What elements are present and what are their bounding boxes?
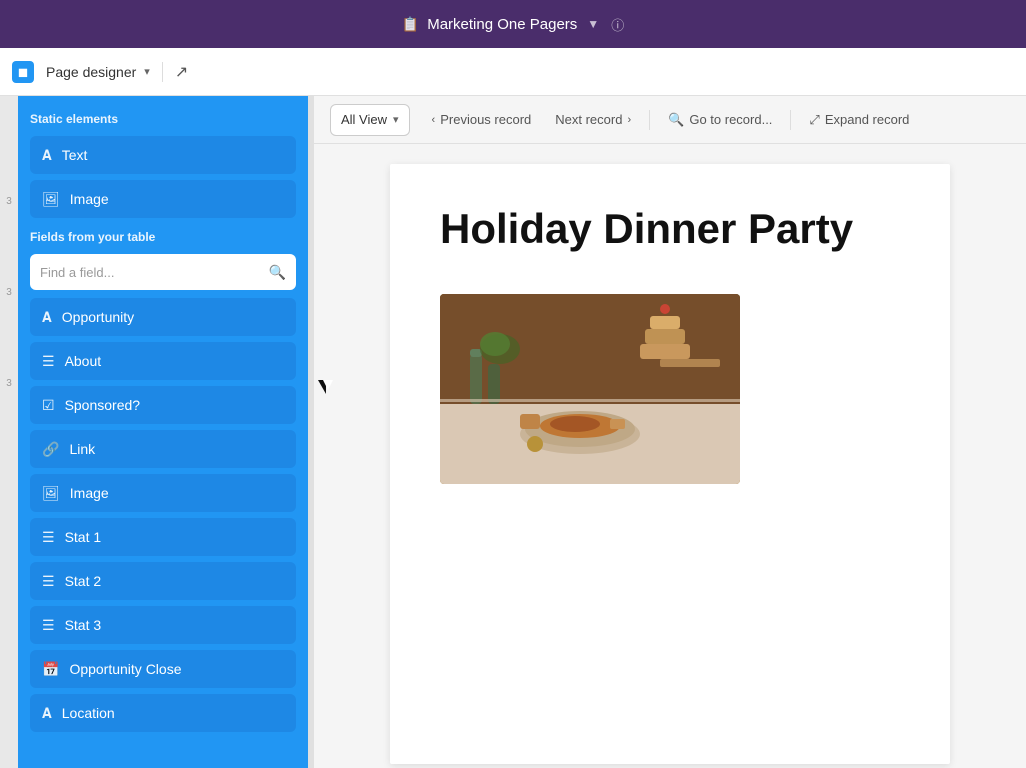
opportunity-icon: 𝐀 bbox=[42, 309, 52, 326]
next-arrow-icon: › bbox=[627, 114, 631, 126]
prev-record-button[interactable]: ‹ Previous record bbox=[422, 104, 542, 136]
sidebar-item-image[interactable]: 🖼 Image bbox=[30, 180, 296, 218]
sidebar-item-location[interactable]: 𝐀 Location bbox=[30, 694, 296, 732]
header-title: Marketing One Pagers bbox=[427, 16, 577, 33]
view-dropdown-arrow: ▾ bbox=[393, 113, 399, 126]
field-search-container[interactable]: 🔍 bbox=[30, 254, 296, 290]
expand-record-label: Expand record bbox=[825, 112, 910, 127]
link-icon: 🔗 bbox=[42, 441, 59, 458]
view-selector-label: All View bbox=[341, 112, 387, 127]
sidebar-item-stat3-label: Stat 3 bbox=[65, 617, 102, 633]
prev-record-label: Previous record bbox=[440, 112, 531, 127]
next-record-label: Next record bbox=[555, 112, 622, 127]
sidebar-item-about[interactable]: ☰ About bbox=[30, 342, 296, 380]
white-page: Holiday Dinner Party bbox=[390, 164, 950, 764]
top-header: 📋 Marketing One Pagers ▼ ⓘ bbox=[0, 0, 1026, 48]
sidebar-item-link[interactable]: 🔗 Link bbox=[30, 430, 296, 468]
sidebar-item-image2[interactable]: 🖼 Image bbox=[30, 474, 296, 512]
about-icon: ☰ bbox=[42, 353, 55, 370]
text-icon: 𝐀 bbox=[42, 147, 52, 164]
sidebar: Static elements 𝐀 Text 🖼 Image Fields fr… bbox=[18, 96, 308, 768]
nav-separator2 bbox=[790, 110, 791, 130]
image2-icon: 🖼 bbox=[42, 485, 60, 502]
prev-arrow-icon: ‹ bbox=[432, 114, 436, 126]
toolbar: ◼ Page designer ▾ ↗ bbox=[0, 48, 1026, 96]
view-selector[interactable]: All View ▾ bbox=[330, 104, 410, 136]
external-link-icon[interactable]: ↗ bbox=[175, 62, 188, 82]
goto-record-label: Go to record... bbox=[689, 112, 772, 127]
sidebar-item-image2-label: Image bbox=[70, 485, 109, 501]
sponsored-icon: ☑ bbox=[42, 397, 55, 414]
sidebar-item-location-label: Location bbox=[62, 705, 115, 721]
nav-bar: All View ▾ ‹ Previous record Next record… bbox=[314, 96, 1026, 144]
content-area: All View ▾ ‹ Previous record Next record… bbox=[314, 96, 1026, 768]
expand-record-button[interactable]: ⤢ Expand record bbox=[799, 104, 919, 136]
sidebar-item-stat2[interactable]: ☰ Stat 2 bbox=[30, 562, 296, 600]
main-layout: 3 3 3 Static elements 𝐀 Text 🖼 Image Fie… bbox=[0, 96, 1026, 768]
search-nav-icon: 🔍 bbox=[668, 112, 684, 128]
sidebar-item-stat3[interactable]: ☰ Stat 3 bbox=[30, 606, 296, 644]
static-section-label: Static elements bbox=[30, 112, 296, 126]
stat1-icon: ☰ bbox=[42, 529, 55, 546]
designer-label: Page designer bbox=[46, 64, 136, 80]
search-icon: 🔍 bbox=[269, 264, 286, 281]
sidebar-item-sponsored-label: Sponsored? bbox=[65, 397, 141, 413]
page-canvas: Holiday Dinner Party bbox=[314, 144, 1026, 768]
page-image bbox=[440, 294, 740, 484]
left-edge-numbers: 3 3 3 bbox=[0, 96, 18, 768]
image-icon: 🖼 bbox=[42, 191, 60, 208]
section-divider: Fields from your table bbox=[30, 230, 296, 244]
location-icon: 𝐀 bbox=[42, 705, 52, 722]
sidebar-item-opp-close-label: Opportunity Close bbox=[69, 661, 181, 677]
page-title: Holiday Dinner Party bbox=[440, 204, 900, 254]
sidebar-item-stat2-label: Stat 2 bbox=[65, 573, 102, 589]
toolbar-divider bbox=[162, 62, 163, 82]
next-record-button[interactable]: Next record › bbox=[545, 104, 641, 136]
sidebar-item-link-label: Link bbox=[69, 441, 95, 457]
header-dropdown-arrow[interactable]: ▼ bbox=[587, 17, 599, 31]
sidebar-item-sponsored[interactable]: ☑ Sponsored? bbox=[30, 386, 296, 424]
sidebar-item-text[interactable]: 𝐀 Text bbox=[30, 136, 296, 174]
stat3-icon: ☰ bbox=[42, 617, 55, 634]
sidebar-item-stat1-label: Stat 1 bbox=[65, 529, 102, 545]
sidebar-item-opportunity-label: Opportunity bbox=[62, 309, 134, 325]
sidebar-item-opp-close[interactable]: 📅 Opportunity Close bbox=[30, 650, 296, 688]
sidebar-item-text-label: Text bbox=[62, 147, 88, 163]
opp-close-icon: 📅 bbox=[42, 661, 59, 678]
header-info-icon[interactable]: ⓘ bbox=[611, 15, 624, 34]
sidebar-item-opportunity[interactable]: 𝐀 Opportunity bbox=[30, 298, 296, 336]
stat2-icon: ☰ bbox=[42, 573, 55, 590]
sidebar-item-stat1[interactable]: ☰ Stat 1 bbox=[30, 518, 296, 556]
nav-separator bbox=[649, 110, 650, 130]
expand-icon: ⤢ bbox=[809, 112, 819, 128]
designer-dropdown-arrow[interactable]: ▾ bbox=[144, 65, 150, 78]
app-logo: ◼ bbox=[12, 61, 34, 83]
search-input[interactable] bbox=[40, 265, 261, 280]
goto-record-button[interactable]: 🔍 Go to record... bbox=[658, 104, 782, 136]
header-doc-icon: 📋 bbox=[402, 16, 419, 33]
sidebar-item-image-label: Image bbox=[70, 191, 109, 207]
fields-section-label: Fields from your table bbox=[30, 230, 296, 244]
sidebar-item-about-label: About bbox=[65, 353, 102, 369]
